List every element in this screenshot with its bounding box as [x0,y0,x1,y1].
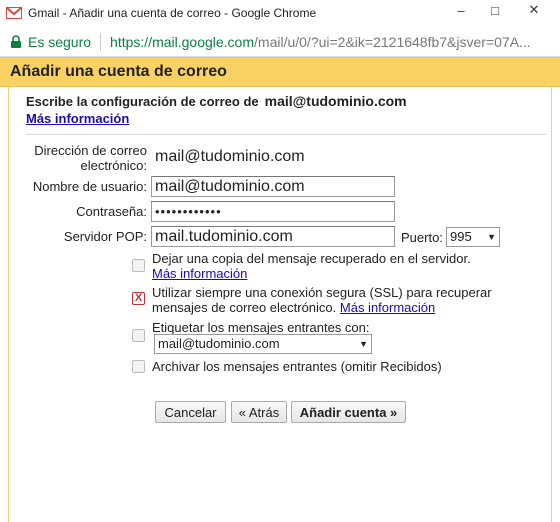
label-incoming-checkbox[interactable] [132,329,145,342]
password-field[interactable]: •••••••••••• [151,201,395,222]
leave-copy-more-info-link[interactable]: Más información [152,266,247,281]
port-value: 995 [450,229,472,244]
url-text[interactable]: https://mail.google.com/mail/u/0/?ui=2&i… [110,34,531,50]
window-controls: – □ ✕ [444,0,556,20]
password-label: Contraseña: [76,204,147,219]
lock-icon [10,34,22,49]
email-label: Dirección de correo electrónico: [34,143,147,173]
ssl-text: Utilizar siempre una conexión segura (SS… [152,285,492,315]
ssl-option: Utilizar siempre una conexión segura (SS… [152,285,532,315]
archive-checkbox[interactable] [132,360,145,373]
triangle-down-icon: ▼ [359,339,368,349]
label-incoming-text: Etiquetar los mensajes entrantes con: [152,320,370,335]
intro-line: Escribe la configuración de correo de mai… [26,93,407,109]
secure-label: Es seguro [28,33,92,50]
url-path: /mail/u/0/?ui=2&ik=2121648fb7&jsver=07A.… [254,33,531,50]
maximize-button[interactable]: □ [478,0,512,20]
minimize-button[interactable]: – [444,0,478,20]
label-select-value: mail@tudominio.com [158,336,280,351]
intro-text: Escribe la configuración de correo de [26,94,259,109]
cancel-button[interactable]: Cancelar [155,401,226,423]
leave-copy-checkbox[interactable] [132,259,145,272]
window-title: Gmail - Añadir una cuenta de correo - Go… [28,6,317,20]
port-label: Puerto: [401,230,443,245]
leave-copy-text: Dejar una copia del mensaje recuperado e… [152,251,471,266]
intro-section: Escribe la configuración de correo de mai… [26,93,407,126]
add-account-button[interactable]: Añadir cuenta » [291,401,406,423]
intro-email: mail@tudominio.com [264,93,407,109]
username-label: Nombre de usuario: [32,179,147,194]
triangle-down-icon: ▼ [487,232,496,242]
address-separator [100,32,102,51]
label-select[interactable]: mail@tudominio.com ▼ [154,334,372,354]
more-info-link[interactable]: Más información [26,111,407,126]
pop-server-field[interactable]: mail.tudominio.com [151,226,395,247]
pop-server-label: Servidor POP: [63,229,147,244]
ssl-more-info-link[interactable]: Más información [340,300,435,315]
leave-copy-option: Dejar una copia del mensaje recuperado e… [152,251,532,281]
dialog-header: Añadir una cuenta de correo [0,57,560,87]
url-host: https://mail.google.com [110,33,255,50]
gmail-logo-icon [6,7,22,19]
dialog-content: Escribe la configuración de correo de mai… [8,87,552,522]
archive-text: Archivar los mensajes entrantes (omitir … [152,359,442,374]
port-select[interactable]: 995 ▼ [446,227,500,247]
address-bar[interactable]: Es seguro https://mail.google.com/mail/u… [0,27,560,57]
close-button[interactable]: ✕ [512,0,556,20]
email-value: mail@tudominio.com [155,148,305,165]
username-field[interactable]: mail@tudominio.com [151,176,395,197]
back-button[interactable]: « Atrás [231,401,287,423]
divider [26,134,546,135]
ssl-checkbox[interactable]: X [132,292,145,305]
dialog-title: Añadir una cuenta de correo [10,63,227,80]
window-titlebar: Gmail - Añadir una cuenta de correo - Go… [0,0,560,26]
